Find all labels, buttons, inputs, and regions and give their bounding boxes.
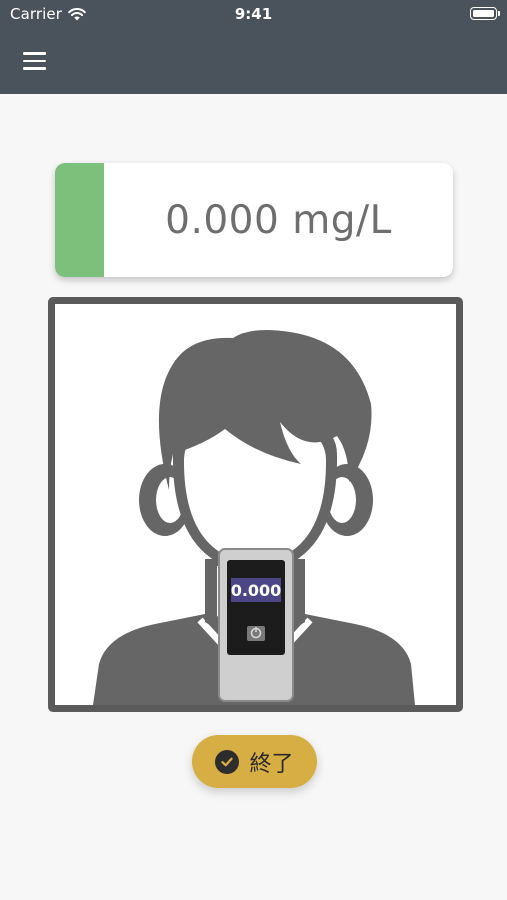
alcohol-reading-card: 0.000 mg/L (55, 163, 453, 277)
app-bar: Carrier 9:41 (0, 0, 507, 94)
battery-icon (470, 7, 500, 20)
device-display-value: 0.000 (231, 581, 282, 600)
end-button[interactable]: 終了 (192, 735, 317, 788)
clock: 9:41 (234, 5, 273, 23)
person-with-breathalyzer-image: 0.000 (93, 330, 415, 705)
check-circle-icon (215, 749, 240, 774)
reading-level-indicator (55, 163, 104, 277)
breathalyzer-device: 0.000 (218, 548, 294, 702)
status-bar: Carrier 9:41 (0, 0, 507, 28)
hamburger-menu-icon[interactable] (16, 44, 54, 78)
alcohol-reading-value: 0.000 mg/L (165, 197, 392, 243)
end-button-label: 終了 (249, 751, 294, 777)
breathalyzer-illustration: 0.000 (48, 297, 463, 712)
